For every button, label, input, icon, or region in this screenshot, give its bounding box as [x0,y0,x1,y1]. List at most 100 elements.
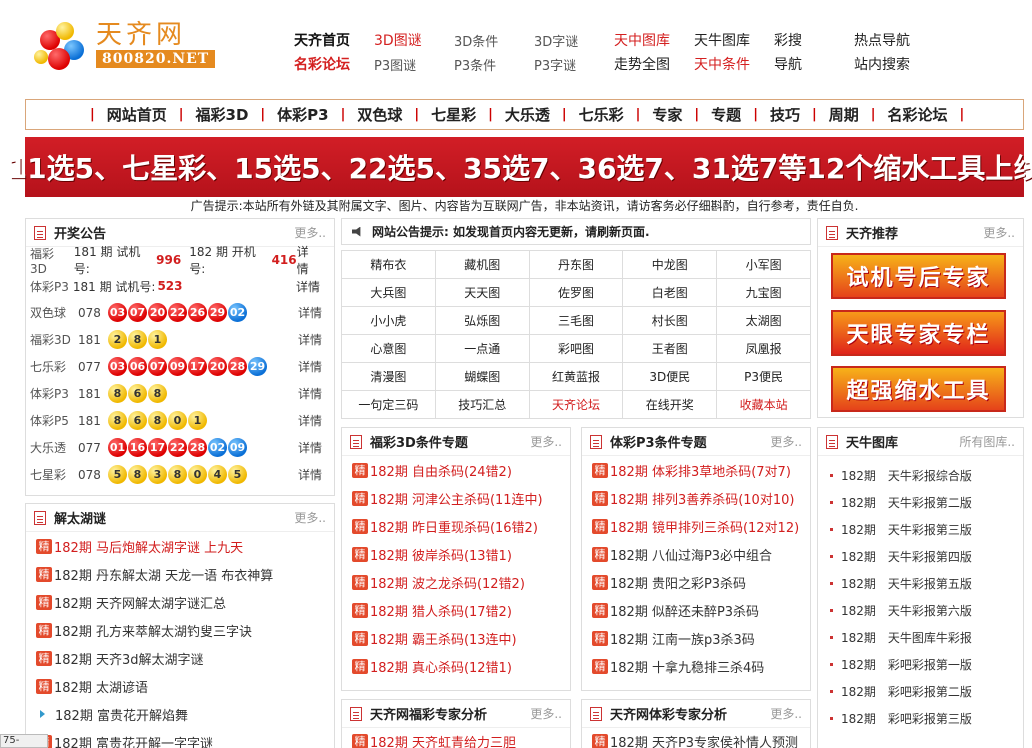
list-item[interactable]: 精 182期 天齐P3专家侯补情人预测 [582,728,810,748]
picture-link[interactable]: 丹东图 [529,251,624,279]
list-item[interactable]: 182期 彩吧彩报第三版 [818,705,1023,732]
detail-link[interactable]: 详情 [298,304,334,321]
picture-link[interactable]: 太湖图 [717,307,811,335]
more-link[interactable]: 更多.. [294,509,326,526]
mainnav-link[interactable]: 技巧 [770,104,800,125]
picture-link[interactable]: 红黄蓝报 [529,363,624,391]
list-item[interactable]: 精 182期 自由杀码(24错2) [342,456,570,484]
detail-link[interactable]: 详情 [296,278,320,295]
picture-link[interactable]: 佐罗图 [529,279,624,307]
picture-link[interactable]: 天齐论坛 [529,391,624,419]
list-item[interactable]: 精 182期 十拿九稳排三杀4码 [582,652,810,680]
topnav-link[interactable]: 热点导航 [854,30,934,50]
list-item[interactable]: 182期 天牛彩报综合版 [818,462,1023,489]
list-item[interactable]: 精 182期 猎人杀码(17错2) [342,596,570,624]
picture-link[interactable]: 技巧汇总 [435,391,530,419]
picture-link[interactable]: 小军图 [717,251,811,279]
more-link[interactable]: 所有图库.. [959,433,1015,450]
list-item[interactable]: 精 182期 排列3善养杀码(10对10) [582,484,810,512]
detail-link[interactable]: 详情 [297,243,320,277]
mainnav-link[interactable]: 网站首页 [107,104,167,125]
detail-link[interactable]: 详情 [298,466,334,483]
picture-link[interactable]: 九宝图 [717,279,811,307]
promo-shrink-tool[interactable]: 超强缩水工具 [831,366,1006,412]
topnav-link[interactable]: 名彩论坛 [294,54,374,74]
picture-link[interactable]: 一点通 [435,335,530,363]
picture-link[interactable]: 王者图 [623,335,718,363]
picture-link[interactable]: 在线开奖 [623,391,718,419]
picture-link[interactable]: 收藏本站 [717,391,811,419]
picture-link[interactable]: 精布衣 [342,251,436,279]
list-item[interactable]: 精 182期 镜甲排列三杀码(12对12) [582,512,810,540]
list-item[interactable]: 精 182期 霸王杀码(13连中) [342,624,570,652]
list-item[interactable]: 182期 天牛图库牛彩报 [818,624,1023,651]
picture-link[interactable]: 一句定三码 [342,391,436,419]
list-item[interactable]: 182期 富贵花开解焰舞 [26,700,334,728]
topnav-link[interactable]: 天中条件 [694,54,774,74]
detail-link[interactable]: 详情 [298,358,334,375]
detail-link[interactable]: 详情 [298,412,334,429]
list-item[interactable]: 精 182期 体彩排3草地杀码(7对7) [582,456,810,484]
list-item[interactable]: 精 182期 天齐虹青给力三胆 [342,728,570,748]
list-item[interactable]: 精 182期 似醉还未醉P3杀码 [582,596,810,624]
topnav-link[interactable]: 3D字谜 [534,31,614,50]
promo-trial-expert[interactable]: 试机号后专家 [831,253,1006,299]
picture-link[interactable]: 3D便民 [623,363,718,391]
picture-link[interactable]: 藏机图 [435,251,530,279]
topnav-link[interactable]: 3D条件 [454,31,534,50]
list-item[interactable]: 精182期 富贵花开解一字字谜 [26,728,334,748]
mainnav-link[interactable]: 七星彩 [431,104,476,125]
topnav-link[interactable]: 导航 [774,54,854,74]
topnav-link[interactable]: 3D图谜 [374,30,454,50]
topnav-link[interactable]: 彩搜 [774,30,854,50]
mainnav-link[interactable]: 专家 [652,104,682,125]
list-item[interactable]: 精 182期 马后炮解太湖字谜 上九天 [26,532,334,560]
list-item[interactable]: 精 182期 江南一族p3杀3码 [582,624,810,652]
more-link[interactable]: 更多.. [530,433,562,450]
mainnav-link[interactable]: 周期 [829,104,859,125]
detail-link[interactable]: 详情 [298,439,334,456]
list-item[interactable]: 精 182期 天齐网解太湖字谜汇总 [26,588,334,616]
picture-link[interactable]: 弘烁图 [435,307,530,335]
list-item[interactable]: 182期 彩吧彩报第二版 [818,678,1023,705]
site-logo[interactable]: 天齐网 800820.NET [34,14,216,76]
picture-link[interactable]: 凤凰报 [717,335,811,363]
list-item[interactable]: 精 182期 彼岸杀码(13错1) [342,540,570,568]
picture-link[interactable]: 中龙图 [623,251,718,279]
mainnav-link[interactable]: 体彩P3 [277,104,328,125]
mainnav-link[interactable]: 名彩论坛 [887,104,947,125]
list-item[interactable]: 精 182期 丹东解太湖 天龙一语 布衣神算 [26,560,334,588]
mainnav-link[interactable]: 大乐透 [505,104,550,125]
list-item[interactable]: 精 182期 八仙过海P3必中组合 [582,540,810,568]
topnav-link[interactable]: P3字谜 [534,55,614,74]
mainnav-link[interactable]: 七乐彩 [579,104,624,125]
picture-link[interactable]: 大兵图 [342,279,436,307]
mainnav-link[interactable]: 专题 [711,104,741,125]
mainnav-link[interactable]: 福彩3D [196,104,249,125]
promo-tianyan-expert[interactable]: 天眼专家专栏 [831,310,1006,356]
topnav-link[interactable]: P3图谜 [374,55,454,74]
more-link[interactable]: 更多.. [530,705,562,722]
more-link[interactable]: 更多.. [983,224,1015,241]
topnav-link[interactable]: 天中图库 [614,30,694,50]
picture-link[interactable]: 三毛图 [529,307,624,335]
topnav-link[interactable]: 天齐首页 [294,30,374,50]
more-link[interactable]: 更多.. [294,224,326,241]
picture-link[interactable]: 村长图 [623,307,718,335]
more-link[interactable]: 更多.. [770,433,802,450]
picture-link[interactable]: 清漫图 [342,363,436,391]
picture-link[interactable]: 天天图 [435,279,530,307]
list-item[interactable]: 182期 彩吧彩报第一版 [818,651,1023,678]
picture-link[interactable]: P3便民 [717,363,811,391]
list-item[interactable]: 精 182期 河津公主杀码(11连中) [342,484,570,512]
mainnav-link[interactable]: 双色球 [357,104,402,125]
detail-link[interactable]: 详情 [298,331,334,348]
list-item[interactable]: 182期 天牛彩报第五版 [818,570,1023,597]
list-item[interactable]: 精 182期 天齐3d解太湖字谜 [26,644,334,672]
list-item[interactable]: 精 182期 孔方来萃解太湖钓叟三字诀 [26,616,334,644]
topnav-link[interactable]: P3条件 [454,55,534,74]
list-item[interactable]: 182期 天牛彩报第二版 [818,489,1023,516]
list-item[interactable]: 精 182期 波之龙杀码(12错2) [342,568,570,596]
more-link[interactable]: 更多.. [770,705,802,722]
picture-link[interactable]: 小小虎 [342,307,436,335]
